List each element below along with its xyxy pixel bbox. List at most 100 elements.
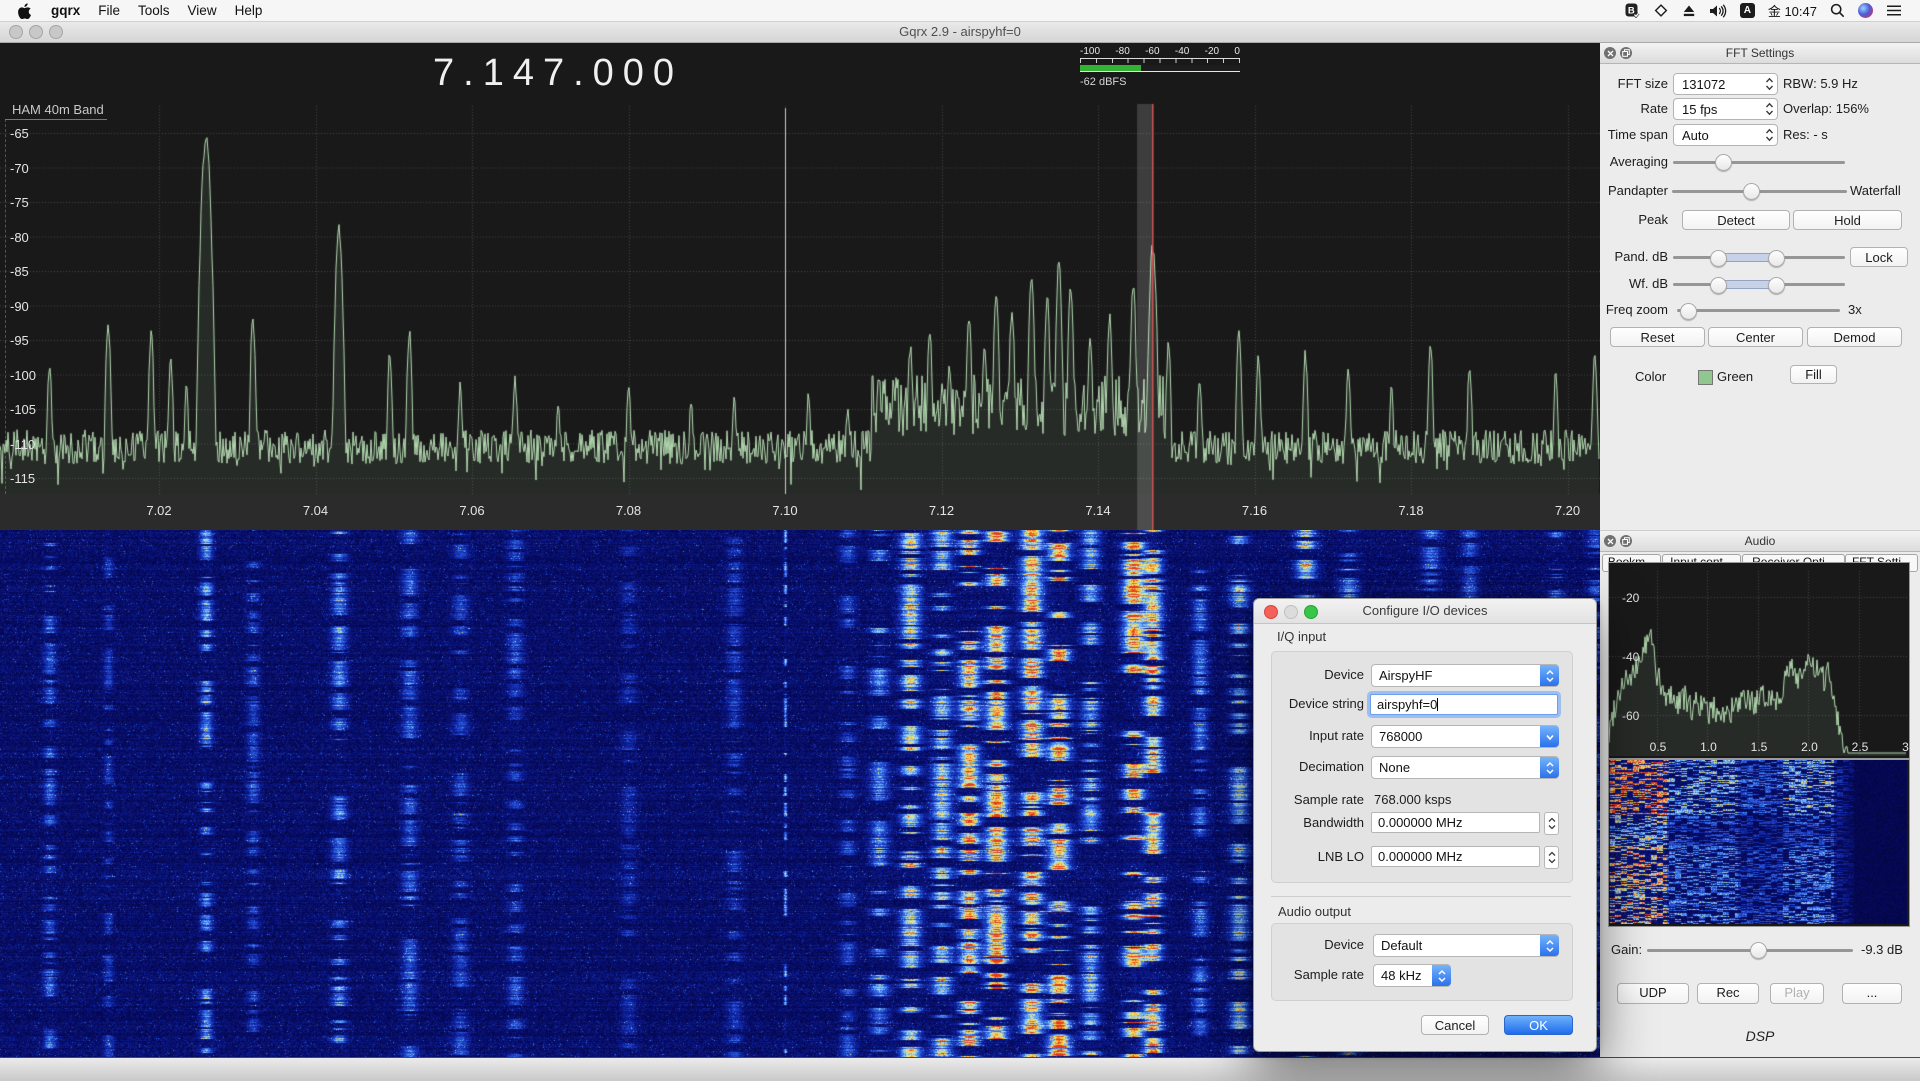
panel-float-icon[interactable] [1620, 535, 1632, 547]
device-string-field[interactable]: airspyhf=0 [1370, 694, 1558, 715]
spinner-arrows-icon[interactable] [1761, 128, 1777, 142]
audio-more-button[interactable]: ... [1842, 983, 1902, 1004]
window-minimize-button[interactable] [29, 25, 43, 39]
center-button[interactable]: Center [1708, 327, 1803, 347]
dbfs-tick-label: -100 [1080, 46, 1100, 57]
combo-arrows-icon [1540, 665, 1559, 686]
bandwidth-spinner[interactable] [1544, 812, 1559, 835]
audio-spectrum-frame [1608, 562, 1910, 759]
spinner-arrows-icon[interactable] [1761, 102, 1777, 116]
decimation-combo[interactable]: None [1371, 756, 1559, 779]
pand-db-lock-button[interactable]: Lock [1850, 247, 1908, 267]
menu-help[interactable]: Help [226, 0, 272, 21]
overlap-readout: Overlap: 156% [1783, 98, 1869, 120]
pandapter-x-tick: 7.14 [1085, 503, 1110, 518]
freq-zoom-knob[interactable] [1680, 303, 1697, 320]
bandwidth-field[interactable]: 0.000000 MHz [1371, 812, 1540, 833]
freq-zoom-slider[interactable] [1677, 309, 1840, 312]
averaging-slider-knob[interactable] [1715, 154, 1732, 171]
audio-waterfall-frame [1608, 759, 1910, 927]
menu-gqrx[interactable]: gqrx [42, 0, 89, 21]
rbw-readout: RBW: 5.9 Hz [1783, 73, 1858, 95]
apple-menu[interactable] [0, 3, 42, 19]
window-title: Gqrx 2.9 - airspyhf=0 [0, 21, 1920, 42]
input-rate-combo[interactable]: 768000 [1371, 725, 1559, 748]
pandapter-x-tick: 7.16 [1242, 503, 1267, 518]
frequency-display[interactable]: 7.147.000 [433, 52, 683, 95]
dialog-title-bar[interactable]: Configure I/O devices [1254, 599, 1596, 624]
color-label: Color [1635, 367, 1668, 386]
combo-arrows-icon [1540, 935, 1559, 956]
fft-size-spinbox[interactable]: 131072 [1673, 73, 1778, 95]
averaging-slider[interactable] [1673, 161, 1845, 164]
pand-db-high-knob[interactable] [1768, 250, 1785, 267]
cancel-button[interactable]: Cancel [1421, 1015, 1489, 1035]
reset-button[interactable]: Reset [1610, 327, 1705, 347]
menu-tools[interactable]: Tools [129, 0, 179, 21]
audio-play-button[interactable]: Play [1770, 983, 1824, 1004]
pandapter-y-tick: -85 [10, 264, 29, 279]
gain-knob[interactable] [1750, 942, 1767, 959]
gain-label: Gain: [1611, 942, 1642, 957]
pandapter-x-tick: 7.08 [616, 503, 641, 518]
pandapter-y-tick: -105 [10, 402, 36, 417]
spotlight-search-icon[interactable] [1830, 3, 1845, 19]
dbfs-tick-label: -20 [1205, 46, 1219, 57]
menu-file[interactable]: File [89, 0, 129, 21]
audio-device-combo[interactable]: Default [1373, 934, 1559, 957]
dialog-close-button[interactable] [1264, 605, 1278, 619]
rate-spinbox[interactable]: 15 fps [1673, 98, 1778, 120]
lnb-lo-spinner[interactable] [1544, 846, 1559, 869]
split-slider-knob[interactable] [1743, 183, 1760, 200]
time-span-label: Time span [1602, 124, 1668, 146]
audio-udp-button[interactable]: UDP [1617, 983, 1689, 1004]
window-zoom-button[interactable] [49, 25, 63, 39]
window-close-button[interactable] [9, 25, 23, 39]
pandapter-x-tick: 7.20 [1555, 503, 1580, 518]
freq-zoom-label: Freq zoom [1600, 300, 1668, 320]
ok-button[interactable]: OK [1504, 1015, 1573, 1035]
audio-y-tick: -40 [1622, 650, 1639, 664]
audio-sample-rate-combo[interactable]: 48 kHz [1373, 964, 1451, 987]
dialog-minimize-button[interactable] [1284, 605, 1298, 619]
wf-db-high-knob[interactable] [1768, 277, 1785, 294]
color-value: Green [1717, 367, 1753, 386]
audio-rec-button[interactable]: Rec [1697, 983, 1759, 1004]
audio-panel-title: Audio [1600, 531, 1920, 551]
input-source-icon[interactable]: A [1740, 3, 1755, 19]
fill-button[interactable]: Fill [1790, 365, 1837, 384]
device-combo[interactable]: AirspyHF [1371, 664, 1559, 687]
eject-icon[interactable] [1682, 3, 1696, 19]
dsp-label: DSP [1600, 1028, 1920, 1044]
diamond-icon[interactable] [1653, 3, 1669, 19]
demod-button[interactable]: Demod [1807, 327, 1902, 347]
spinner-arrows-icon[interactable] [1761, 77, 1777, 91]
panel-close-icon[interactable] [1604, 47, 1616, 59]
pandapter-spectrum[interactable] [0, 42, 1600, 530]
device-label: Device [1273, 664, 1364, 685]
rate-label: Rate [1602, 98, 1668, 120]
bottom-strip [0, 1057, 1920, 1081]
notification-center-icon[interactable] [1886, 3, 1902, 19]
wf-db-low-knob[interactable] [1710, 277, 1727, 294]
siri-icon[interactable] [1858, 3, 1873, 19]
dialog-zoom-button[interactable] [1304, 605, 1318, 619]
configure-io-dialog: Configure I/O devices I/Q input Device A… [1253, 598, 1597, 1052]
status-icons: B A 金 10:47 [1625, 1, 1920, 20]
wf-db-label: Wf. dB [1602, 274, 1668, 294]
pand-db-low-knob[interactable] [1710, 250, 1727, 267]
menu-view[interactable]: View [179, 0, 226, 21]
peak-hold-button[interactable]: Hold [1793, 210, 1902, 230]
b-badge-icon[interactable]: B [1625, 3, 1640, 19]
color-swatch[interactable] [1698, 370, 1713, 385]
volume-icon[interactable] [1709, 3, 1727, 19]
menu-clock[interactable]: 金 10:47 [1768, 1, 1817, 20]
band-plan-label: HAM 40m Band [12, 102, 104, 117]
panel-close-icon[interactable] [1604, 535, 1616, 547]
panel-float-icon[interactable] [1620, 47, 1632, 59]
lnb-lo-field[interactable]: 0.000000 MHz [1371, 846, 1540, 867]
peak-detect-button[interactable]: Detect [1682, 210, 1790, 230]
fft-settings-title: FFT Settings [1600, 43, 1920, 63]
time-span-spinbox[interactable]: Auto [1673, 124, 1778, 146]
text-caret [1437, 698, 1438, 711]
